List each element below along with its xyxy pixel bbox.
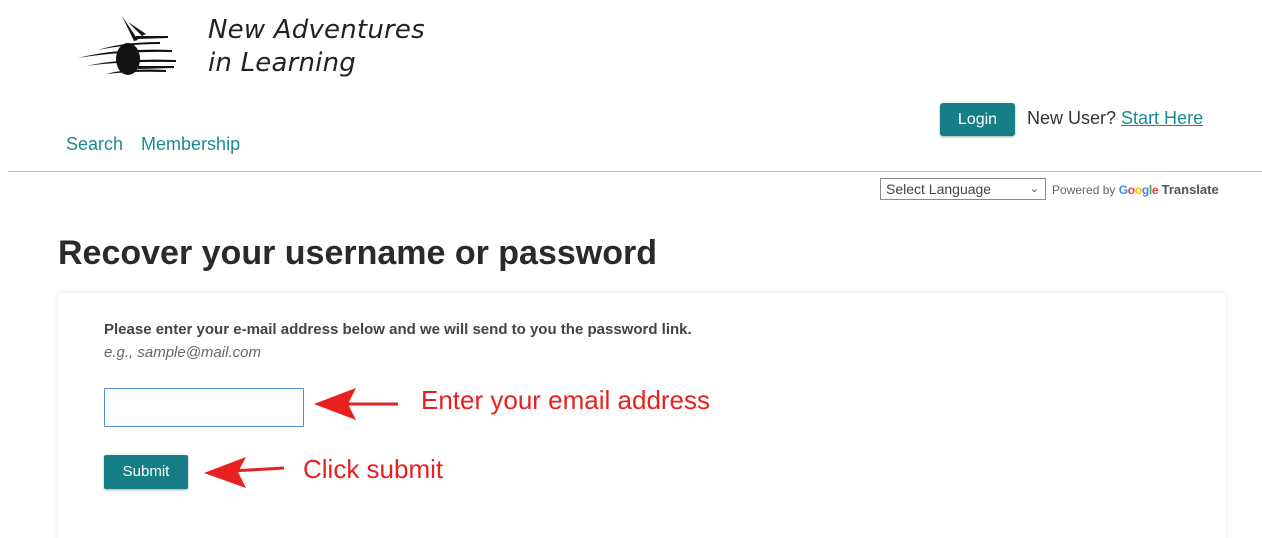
language-select[interactable]: Select Language ⌄ <box>880 178 1046 200</box>
brand-line-2: in Learning <box>208 48 356 78</box>
page-title: Recover your username or password <box>58 234 658 272</box>
language-select-value: Select Language <box>886 181 992 197</box>
header-divider <box>8 171 1262 172</box>
translate-label[interactable]: Translate <box>1162 182 1219 197</box>
nav-item-search[interactable]: Search <box>66 134 123 155</box>
start-here-link[interactable]: Start Here <box>1121 108 1203 128</box>
submit-annotation: Click submit <box>303 454 444 484</box>
instruction-text: Please enter your e-mail address below a… <box>104 321 692 338</box>
new-user-prompt: New User? Start Here <box>1027 108 1203 129</box>
brand-name[interactable]: New Adventures in Learning <box>208 14 425 80</box>
submit-button[interactable]: Submit <box>104 455 188 489</box>
arrow-left-icon <box>204 457 285 488</box>
nav-item-membership[interactable]: Membership <box>141 134 240 155</box>
email-annotation: Enter your email address <box>421 385 711 415</box>
brand-line-1: New Adventures <box>208 15 425 45</box>
google-logo-icon[interactable]: Google <box>1119 183 1159 197</box>
email-example-hint: e.g., sample@mail.com <box>104 344 261 361</box>
main-nav: Search Membership <box>66 134 240 155</box>
chevron-down-icon: ⌄ <box>1029 183 1039 195</box>
powered-by-google-translate: Powered by Google Translate <box>1052 182 1219 197</box>
site-logo-icon[interactable] <box>76 14 186 78</box>
new-user-text: New User? <box>1027 108 1117 128</box>
powered-by-text: Powered by <box>1052 183 1116 197</box>
login-button[interactable]: Login <box>940 103 1015 136</box>
arrow-left-icon <box>314 388 398 420</box>
email-input[interactable] <box>104 388 304 427</box>
